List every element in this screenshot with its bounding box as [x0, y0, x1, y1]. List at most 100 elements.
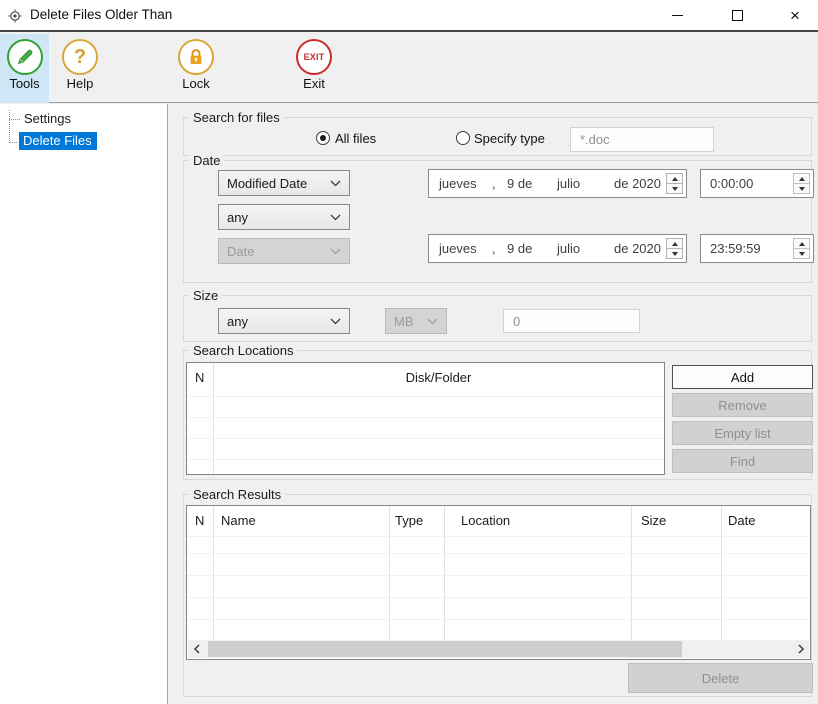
triangle-up-icon [671, 176, 678, 181]
toolbar-exit-button[interactable]: EXIT Exit [289, 34, 339, 103]
results-col-date[interactable]: Date [728, 513, 755, 528]
scroll-right-button[interactable] [793, 640, 809, 658]
delete-button[interactable]: Delete [628, 663, 813, 693]
tree-connector [9, 142, 17, 143]
titlebar: Delete Files Older Than × [0, 0, 818, 32]
results-col-type[interactable]: Type [395, 513, 423, 528]
horizontal-scrollbar[interactable] [188, 640, 809, 658]
chevron-down-icon [330, 318, 341, 324]
column-divider [213, 363, 214, 474]
all-files-label[interactable]: All files [335, 131, 376, 146]
locations-table: N Disk/Folder [186, 362, 665, 475]
toolbar-tools-button[interactable]: Tools [0, 34, 49, 103]
row-line [187, 459, 664, 460]
type-pattern-input[interactable]: *.doc [570, 127, 714, 152]
spin-up-button[interactable] [794, 239, 809, 248]
row-line [187, 396, 664, 397]
time-spinner [793, 238, 810, 259]
app-window: Delete Files Older Than × Tools ? Help L… [0, 0, 818, 704]
question-icon: ? [62, 39, 98, 75]
triangle-down-icon [798, 251, 805, 256]
toolbar: Tools ? Help Lock EXIT Exit [0, 34, 818, 103]
close-button[interactable]: × [777, 0, 813, 30]
date-field2-dropdown[interactable]: Date [218, 238, 350, 264]
toolbar-help-label: Help [66, 76, 94, 91]
size-value-input[interactable]: 0 [503, 309, 640, 333]
triangle-up-icon [671, 241, 678, 246]
spin-up-button[interactable] [794, 174, 809, 183]
row-line [187, 575, 810, 576]
chevron-left-icon [193, 644, 200, 654]
row-line [187, 597, 810, 598]
chevron-down-icon [427, 318, 438, 324]
time-spinner [793, 173, 810, 194]
start-date-picker[interactable]: jueves , 9 de julio de 2020 [428, 169, 687, 198]
spin-down-button[interactable] [667, 248, 682, 258]
end-date-picker[interactable]: jueves , 9 de julio de 2020 [428, 234, 687, 263]
chevron-right-icon [797, 644, 804, 654]
toolbar-help-button[interactable]: ? Help [55, 34, 105, 103]
date-spinner [666, 173, 683, 194]
results-col-n[interactable]: N [195, 513, 204, 528]
row-line [187, 619, 810, 620]
all-files-radio[interactable] [316, 131, 330, 145]
group-size-label: Size [189, 288, 223, 303]
scroll-left-button[interactable] [188, 640, 204, 658]
spin-down-button[interactable] [667, 183, 682, 193]
triangle-down-icon [671, 186, 678, 191]
group-search-results-label: Search Results [189, 487, 286, 502]
size-condition-dropdown[interactable]: any [218, 308, 350, 334]
toolbar-lock-button[interactable]: Lock [171, 34, 221, 103]
padlock-icon [178, 39, 214, 75]
locations-col-disk-folder[interactable]: Disk/Folder [213, 370, 664, 385]
empty-list-button[interactable]: Empty list [672, 421, 813, 445]
date-condition-dropdown[interactable]: any [218, 204, 350, 230]
settings-tree: Settings Delete Files [0, 104, 168, 704]
date-field-dropdown[interactable]: Modified Date [218, 170, 350, 196]
size-unit-dropdown[interactable]: MB [385, 308, 447, 334]
spin-down-button[interactable] [794, 183, 809, 193]
row-line [187, 438, 664, 439]
group-search-for-files-label: Search for files [189, 110, 284, 125]
minimize-button[interactable] [659, 0, 695, 30]
chevron-down-icon [330, 180, 341, 186]
remove-button[interactable]: Remove [672, 393, 813, 417]
toolbar-tools-label: Tools [9, 76, 40, 91]
chevron-down-icon [330, 248, 341, 254]
maximize-icon [731, 9, 743, 21]
end-time-picker[interactable]: 23:59:59 [700, 234, 814, 263]
pencil-icon [6, 39, 43, 75]
scroll-thumb[interactable] [208, 641, 682, 657]
spin-up-button[interactable] [667, 239, 682, 248]
results-col-name[interactable]: Name [221, 513, 256, 528]
start-time-picker[interactable]: 0:00:00 [700, 169, 814, 198]
row-line [187, 417, 664, 418]
locations-col-n[interactable]: N [195, 370, 204, 385]
minimize-icon [671, 14, 683, 16]
close-icon: × [790, 5, 800, 25]
maximize-button[interactable] [719, 0, 755, 30]
exit-badge-icon: EXIT [296, 39, 332, 75]
results-col-location[interactable]: Location [461, 513, 510, 528]
app-icon[interactable] [8, 9, 22, 23]
sidebar-item-settings[interactable]: Settings [24, 111, 71, 126]
toolbar-exit-label: Exit [303, 76, 325, 91]
triangle-down-icon [798, 186, 805, 191]
add-button[interactable]: Add [672, 365, 813, 389]
results-col-size[interactable]: Size [641, 513, 666, 528]
tree-connector [9, 110, 10, 143]
spin-down-button[interactable] [794, 248, 809, 258]
spin-up-button[interactable] [667, 174, 682, 183]
group-date-label: Date [189, 153, 225, 168]
date-spinner [666, 238, 683, 259]
specify-type-radio[interactable] [456, 131, 470, 145]
triangle-down-icon [671, 251, 678, 256]
toolbar-lock-label: Lock [182, 76, 210, 91]
group-search-locations-label: Search Locations [189, 343, 298, 358]
find-button[interactable]: Find [672, 449, 813, 473]
sidebar-item-delete-files[interactable]: Delete Files [19, 132, 97, 150]
triangle-up-icon [798, 241, 805, 246]
header-divider [187, 536, 810, 537]
results-table: N Name Type Location Size Date [186, 505, 811, 660]
specify-type-label[interactable]: Specify type [474, 131, 545, 146]
